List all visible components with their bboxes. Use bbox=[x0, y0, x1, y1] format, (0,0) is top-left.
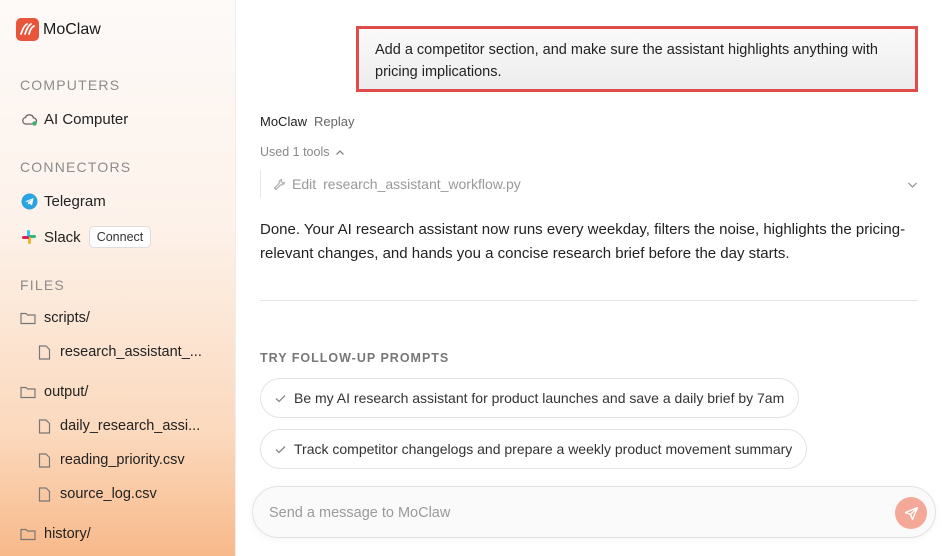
sidebar: MoClaw COMPUTERS AI Computer CONNECTORS … bbox=[0, 0, 236, 556]
file-tree-file[interactable]: reading_priority.csv bbox=[36, 452, 185, 468]
file-icon bbox=[36, 452, 52, 468]
slack-icon bbox=[20, 228, 38, 246]
file-tree-label: output/ bbox=[44, 384, 89, 400]
tool-call-row[interactable]: Edit research_assistant_workflow.py bbox=[260, 170, 918, 198]
tools-used-label: Used 1 tools bbox=[260, 145, 330, 159]
assistant-answer: Done. Your AI research assistant now run… bbox=[260, 221, 906, 262]
brand-name: MoClaw bbox=[43, 20, 101, 38]
file-tree-label: research_assistant_... bbox=[60, 344, 202, 360]
computers-section-title: COMPUTERS bbox=[20, 77, 121, 93]
file-tree-file[interactable]: research_assistant_... bbox=[36, 344, 202, 360]
sidebar-item-label: AI Computer bbox=[44, 110, 129, 128]
assistant-name: MoClaw bbox=[260, 114, 307, 129]
file-tree-label: history/ bbox=[44, 526, 91, 542]
user-message-bubble: Add a competitor section, and make sure … bbox=[356, 26, 918, 92]
folder-icon bbox=[20, 526, 36, 542]
sidebar-item-telegram[interactable]: Telegram bbox=[20, 192, 106, 210]
cloud-icon bbox=[20, 110, 38, 128]
folder-icon bbox=[20, 384, 36, 400]
sidebar-item-label: Slack bbox=[44, 228, 81, 246]
sidebar-item-slack[interactable]: Slack Connect bbox=[20, 226, 152, 248]
tool-file-name: research_assistant_workflow.py bbox=[323, 176, 521, 192]
connectors-section-title: CONNECTORS bbox=[20, 159, 132, 175]
check-icon bbox=[275, 445, 286, 454]
followup-prompt-chip[interactable]: Be my AI research assistant for product … bbox=[260, 378, 800, 418]
followup-prompt-chip[interactable]: Track competitor changelogs and prepare … bbox=[260, 429, 808, 469]
followup-title: TRY FOLLOW-UP PROMPTS bbox=[260, 351, 450, 365]
file-icon bbox=[36, 344, 52, 360]
file-tree-label: source_log.csv bbox=[60, 486, 157, 502]
tools-used-toggle[interactable]: Used 1 tools bbox=[260, 145, 345, 159]
file-tree-folder-output[interactable]: output/ bbox=[20, 384, 88, 400]
send-icon bbox=[904, 506, 919, 521]
file-tree-folder-history[interactable]: history/ bbox=[20, 526, 91, 542]
sidebar-item-label: Telegram bbox=[44, 192, 106, 210]
followup-prompt-label: Be my AI research assistant for product … bbox=[294, 390, 785, 406]
file-tree-label: daily_research_assi... bbox=[60, 418, 201, 434]
wrench-icon bbox=[273, 178, 286, 191]
file-tree-folder-scripts[interactable]: scripts/ bbox=[20, 310, 90, 326]
file-tree-file[interactable]: source_log.csv bbox=[36, 486, 157, 502]
moclaw-logo-icon bbox=[16, 18, 39, 41]
file-icon bbox=[36, 486, 52, 502]
message-composer bbox=[252, 486, 936, 538]
file-icon bbox=[36, 418, 52, 434]
message-input[interactable] bbox=[269, 501, 869, 525]
tool-action: Edit bbox=[292, 176, 317, 192]
brand[interactable]: MoClaw bbox=[16, 18, 101, 41]
chat-panel: Add a competitor section, and make sure … bbox=[236, 0, 948, 556]
telegram-icon bbox=[20, 192, 38, 210]
check-icon bbox=[275, 394, 286, 403]
file-tree-label: scripts/ bbox=[44, 310, 90, 326]
file-tree-file[interactable]: daily_research_assi... bbox=[36, 418, 200, 434]
slack-connect-button[interactable]: Connect bbox=[88, 226, 152, 248]
files-section-title: FILES bbox=[20, 277, 65, 293]
send-button[interactable] bbox=[895, 497, 927, 529]
chevron-down-icon[interactable] bbox=[907, 176, 918, 192]
followup-prompt-label: Track competitor changelogs and prepare … bbox=[294, 441, 793, 457]
folder-icon bbox=[20, 310, 36, 326]
replay-button[interactable]: Replay bbox=[314, 114, 354, 129]
sidebar-item-ai-computer[interactable]: AI Computer bbox=[20, 110, 128, 128]
divider bbox=[260, 300, 918, 301]
chevron-up-icon bbox=[335, 145, 345, 159]
file-tree-label: reading_priority.csv bbox=[60, 452, 185, 468]
